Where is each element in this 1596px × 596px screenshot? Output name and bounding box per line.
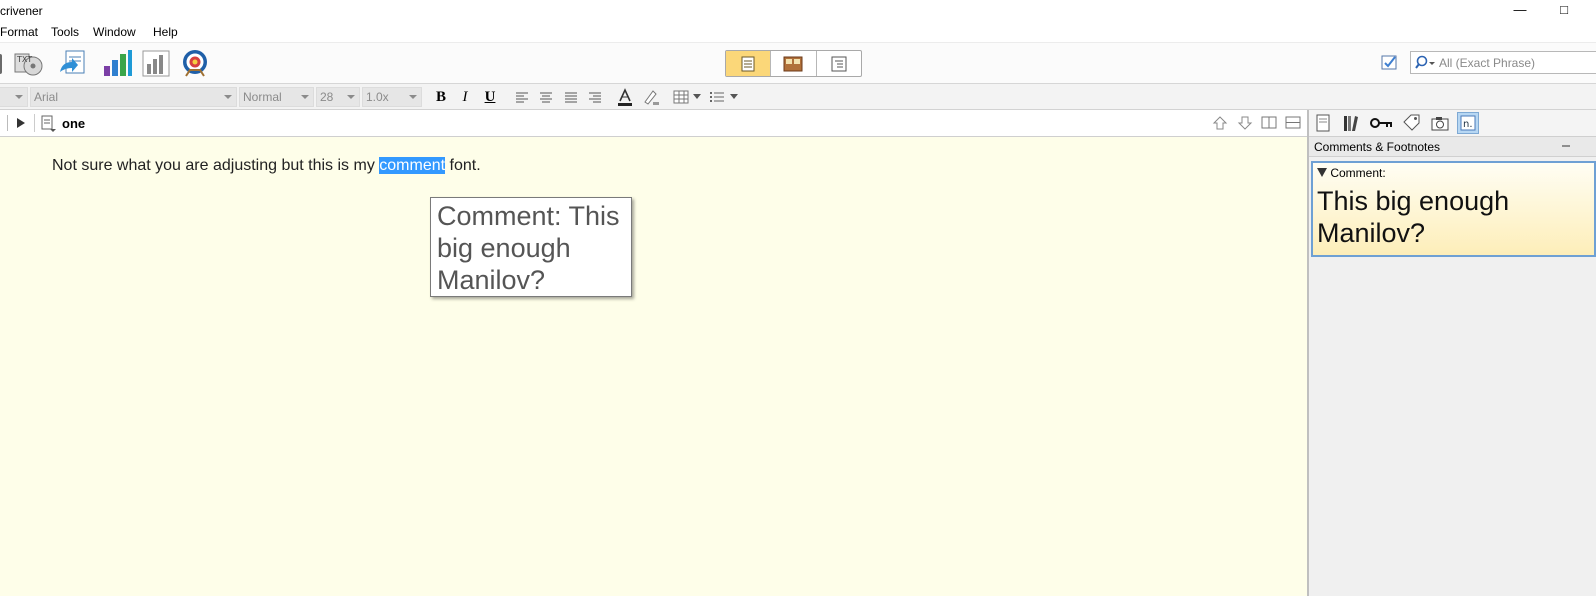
split-vertical-icon[interactable] <box>1261 116 1277 133</box>
corkboard-view-icon[interactable] <box>771 51 817 76</box>
align-left-icon[interactable] <box>512 87 532 107</box>
disclosure-triangle-icon[interactable] <box>1317 168 1327 178</box>
project-targets-icon[interactable] <box>180 48 210 78</box>
notes-tab-icon[interactable] <box>1312 112 1334 134</box>
document-title: one <box>62 116 86 131</box>
inspector-pane: Comments & Footnotes Comment: This big e… <box>1309 137 1596 596</box>
search-input[interactable]: All (Exact Phrase) <box>1410 51 1596 74</box>
comment-header[interactable]: Comment: <box>1317 166 1386 180</box>
bookmarks-tab-icon[interactable] <box>1340 112 1362 134</box>
svg-text:TXT: TXT <box>16 55 32 64</box>
main-toolbar: TXT All (Exact Phrase) <box>0 42 1596 84</box>
comment-card[interactable]: Comment: This big enough Manilov? <box>1311 161 1596 257</box>
highlight-color-icon[interactable] <box>640 87 660 107</box>
comment-text[interactable]: This big enough Manilov? <box>1317 185 1594 249</box>
font-style-select[interactable]: Normal <box>239 87 314 107</box>
minimize-button[interactable]: — <box>1510 2 1530 20</box>
list-icon[interactable] <box>707 87 727 107</box>
window-title: crivener <box>0 4 43 18</box>
align-justify-icon[interactable] <box>561 87 581 107</box>
align-center-icon[interactable] <box>536 87 556 107</box>
editor-pane[interactable]: Not sure what you are adjusting but this… <box>0 137 1308 596</box>
editor-header: one <box>0 110 1308 137</box>
text-after: font. <box>445 157 481 174</box>
format-bar: Arial Normal 28 1.0x B I U <box>0 84 1596 110</box>
outliner-view-icon[interactable] <box>817 51 861 76</box>
selected-comment-word[interactable]: comment <box>379 157 446 174</box>
search-placeholder: All (Exact Phrase) <box>1439 56 1536 70</box>
previous-document-icon[interactable] <box>1212 115 1228 134</box>
table-icon[interactable] <box>671 87 691 107</box>
comment-tooltip: Comment: This big enough Manilov? <box>430 197 632 297</box>
compile-icon[interactable] <box>0 48 6 78</box>
import-icon[interactable] <box>58 48 88 78</box>
document-icon[interactable] <box>41 115 57 136</box>
italic-button[interactable]: I <box>455 87 475 107</box>
title-bar: crivener — □ <box>0 0 1596 22</box>
preset-select[interactable] <box>0 87 28 107</box>
statistics-icon[interactable] <box>102 48 132 78</box>
inspector-tabbar: n. <box>1309 110 1596 137</box>
svg-text:n.: n. <box>1463 119 1473 130</box>
underline-button[interactable]: U <box>480 87 500 107</box>
bold-button[interactable]: B <box>431 87 451 107</box>
menu-help[interactable]: Help <box>153 25 178 39</box>
search-icon[interactable] <box>1415 55 1437 71</box>
align-right-icon[interactable] <box>585 87 605 107</box>
next-document-icon[interactable] <box>1237 115 1253 134</box>
text-color-icon[interactable] <box>615 87 635 107</box>
forward-arrow-icon[interactable] <box>14 115 28 134</box>
menu-format[interactable]: Format <box>0 25 38 39</box>
split-horizontal-icon[interactable] <box>1285 116 1301 133</box>
text-before: Not sure what you are adjusting but this… <box>52 157 380 174</box>
editor-text[interactable]: Not sure what you are adjusting but this… <box>52 157 481 175</box>
menu-window[interactable]: Window <box>93 25 136 39</box>
menu-tools[interactable]: Tools <box>51 25 79 39</box>
text-statistics-icon[interactable] <box>141 48 171 78</box>
snapshots-tab-icon[interactable] <box>1429 112 1451 134</box>
metadata-key-icon[interactable] <box>1369 112 1395 134</box>
font-size-select[interactable]: 28 <box>316 87 360 107</box>
tags-tab-icon[interactable] <box>1400 112 1422 134</box>
comments-tab-icon[interactable]: n. <box>1457 112 1479 134</box>
menu-bar: Format Tools Window Help <box>0 22 1596 42</box>
maximize-button[interactable]: □ <box>1554 2 1574 20</box>
inspector-toggle-icon[interactable] <box>1380 53 1400 73</box>
comment-label: Comment: <box>1330 166 1386 180</box>
comments-panel-title: Comments & Footnotes <box>1309 137 1596 157</box>
backup-icon[interactable]: TXT <box>13 48 43 78</box>
table-dropdown-icon[interactable] <box>690 87 704 107</box>
add-comment-icon[interactable] <box>1561 140 1571 155</box>
line-spacing-select[interactable]: 1.0x <box>362 87 422 107</box>
header-left-edge <box>0 115 8 131</box>
view-mode-switcher <box>725 50 862 77</box>
font-family-select[interactable]: Arial <box>30 87 237 107</box>
single-doc-view-icon[interactable] <box>726 51 772 76</box>
list-dropdown-icon[interactable] <box>727 87 741 107</box>
